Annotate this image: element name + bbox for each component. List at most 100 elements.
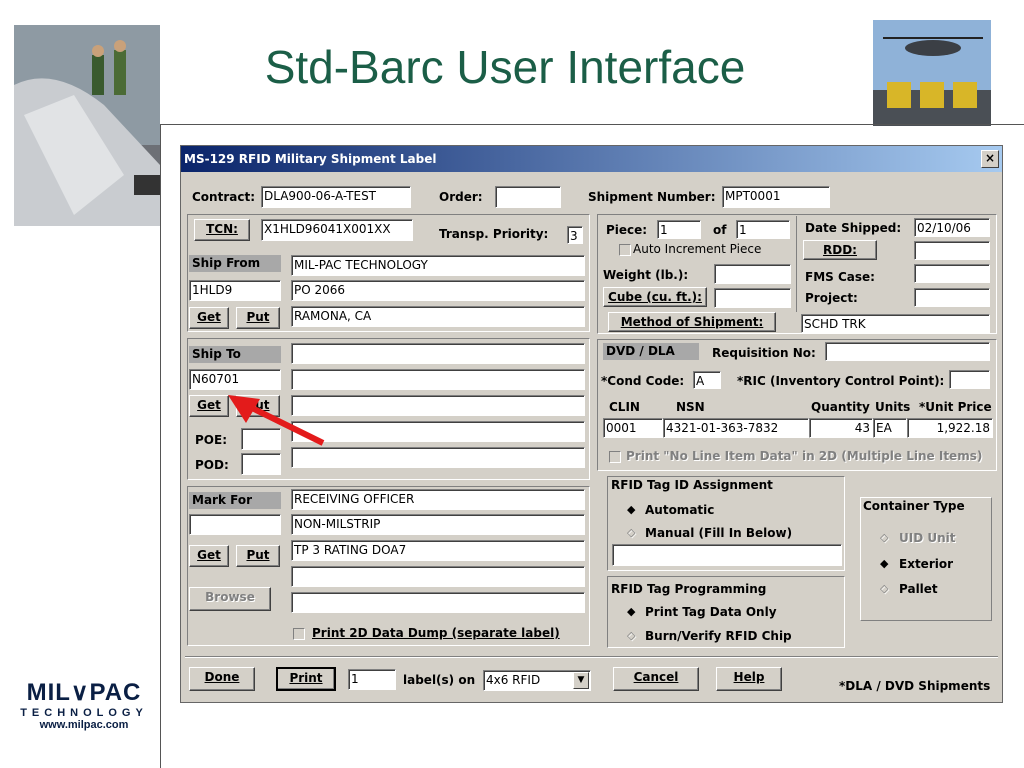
print-tag-data-label: Print Tag Data Only	[645, 605, 777, 619]
print-2d-dump-checkbox[interactable]	[293, 628, 305, 640]
clin-cell[interactable]: 0001	[603, 418, 663, 438]
nsn-cell[interactable]: 4321-01-363-7832	[663, 418, 809, 438]
container-type-header: Container Type	[863, 499, 965, 513]
auto-increment-label: Auto Increment Piece	[633, 242, 762, 256]
piece-input[interactable]: 1	[657, 220, 701, 239]
weight-input[interactable]	[714, 264, 791, 284]
ric-label: *RIC (Inventory Control Point):	[737, 374, 945, 388]
rdd-button[interactable]: RDD:	[803, 240, 877, 260]
mark-for-line1[interactable]: RECEIVING OFFICER	[291, 489, 585, 510]
cond-code-label: *Cond Code:	[601, 374, 685, 388]
uid-unit-label: UID Unit	[899, 531, 956, 545]
tcn-input[interactable]: X1HLD96041X001XX	[261, 219, 413, 241]
print-button[interactable]: Print	[276, 667, 336, 691]
pod-label: POD:	[195, 458, 229, 472]
of-label: of	[713, 223, 727, 237]
logo-brand: MIL∨PAC	[26, 679, 142, 706]
cube-input[interactable]	[714, 288, 791, 308]
mark-for-line5[interactable]	[291, 592, 585, 613]
dvd-dla-header: DVD / DLA	[603, 343, 699, 360]
clin-header: CLIN	[609, 400, 640, 414]
method-of-shipment-button[interactable]: Method of Shipment:	[608, 312, 776, 332]
cancel-button[interactable]: Cancel	[613, 667, 699, 691]
cube-button[interactable]: Cube (cu. ft.):	[603, 287, 707, 307]
transp-priority-input[interactable]: 3	[567, 226, 583, 244]
pod-input[interactable]	[241, 453, 281, 475]
requisition-label: Requisition No:	[712, 346, 816, 360]
rdd-input[interactable]	[914, 241, 990, 260]
ship-from-get-button[interactable]: Get	[189, 307, 229, 329]
ship-from-code[interactable]: 1HLD9	[189, 280, 281, 301]
mark-for-code[interactable]	[189, 514, 281, 535]
mark-for-line4[interactable]	[291, 566, 585, 587]
print-no-line-item-label: Print "No Line Item Data" in 2D (Multipl…	[626, 449, 983, 463]
slide-title: Std-Barc User Interface	[264, 41, 746, 93]
cond-code-input[interactable]: A	[693, 371, 721, 389]
ship-from-line3[interactable]: RAMONA, CA	[291, 306, 585, 327]
radio-unselected-icon[interactable]: ◇	[880, 582, 888, 595]
fms-case-label: FMS Case:	[805, 270, 875, 284]
dialog-title: MS-129 RFID Military Shipment Label	[184, 152, 437, 166]
close-icon[interactable]: ×	[981, 150, 999, 168]
mark-for-get-button[interactable]: Get	[189, 545, 229, 567]
rfid-manual-input[interactable]	[612, 544, 842, 566]
quantity-cell[interactable]: 43	[809, 418, 873, 438]
logo-tagline: TECHNOLOGY	[20, 707, 148, 719]
unit-price-header: *Unit Price	[919, 400, 992, 414]
radio-selected-icon[interactable]: ◆	[880, 557, 888, 570]
radio-selected-icon[interactable]: ◆	[627, 503, 635, 516]
ship-from-put-button[interactable]: Put	[236, 307, 280, 329]
shipment-number-input[interactable]: MPT0001	[722, 186, 830, 208]
rfid-manual-label: Manual (Fill In Below)	[645, 526, 793, 540]
piece-label: Piece:	[606, 223, 648, 237]
done-button[interactable]: Done	[189, 667, 255, 691]
print-no-line-item-checkbox[interactable]	[609, 451, 621, 463]
mark-for-header: Mark For	[189, 492, 281, 509]
tcn-button[interactable]: TCN:	[194, 219, 250, 241]
ship-from-line2[interactable]: PO 2066	[291, 280, 585, 301]
unit-price-cell[interactable]: 1,922.18	[907, 418, 993, 438]
order-input[interactable]	[495, 186, 561, 208]
dialog-titlebar: MS-129 RFID Military Shipment Label ×	[181, 146, 1002, 172]
fms-case-input[interactable]	[914, 264, 990, 283]
radio-selected-icon[interactable]: ◆	[627, 605, 635, 618]
mark-for-put-button[interactable]: Put	[236, 545, 280, 567]
label-count-input[interactable]: 1	[348, 669, 396, 690]
weight-label: Weight (lb.):	[603, 268, 689, 282]
help-button[interactable]: Help	[716, 667, 782, 691]
title-divider	[160, 124, 1024, 125]
helicopter-forklift-photo	[873, 20, 991, 126]
transp-priority-label: Transp. Priority:	[439, 227, 549, 241]
ship-from-line1[interactable]: MIL-PAC TECHNOLOGY	[291, 255, 585, 276]
label-format-select[interactable]: 4x6 RFID ▼	[483, 670, 591, 691]
contract-label: Contract:	[192, 190, 255, 204]
pallet-label: Pallet	[899, 582, 938, 596]
units-cell[interactable]: EA	[873, 418, 907, 438]
print-2d-dump-label: Print 2D Data Dump (separate label)	[312, 626, 560, 640]
ric-input[interactable]	[949, 370, 990, 389]
chevron-down-icon[interactable]: ▼	[573, 672, 589, 689]
ship-from-header: Ship From	[189, 255, 281, 272]
date-shipped-input[interactable]: 02/10/06	[914, 218, 990, 237]
requisition-input[interactable]	[825, 342, 990, 361]
mark-for-line3[interactable]: TP 3 RATING DOA7	[291, 540, 585, 561]
radio-unselected-icon[interactable]: ◇	[880, 531, 888, 544]
method-of-shipment-input[interactable]: SCHD TRK	[801, 314, 990, 333]
project-input[interactable]	[914, 288, 990, 307]
rfid-assignment-header: RFID Tag ID Assignment	[611, 478, 773, 492]
mark-for-line2[interactable]: NON-MILSTRIP	[291, 514, 585, 535]
details-divider	[796, 216, 797, 312]
radio-unselected-icon[interactable]: ◇	[627, 526, 635, 539]
browse-button[interactable]: Browse	[189, 587, 271, 611]
shipment-number-label: Shipment Number:	[588, 190, 716, 204]
auto-increment-checkbox[interactable]	[619, 244, 631, 256]
ship-to-line1[interactable]	[291, 343, 585, 364]
label-format-value: 4x6 RFID	[486, 673, 541, 687]
contract-input[interactable]: DLA900-06-A-TEST	[261, 186, 411, 208]
annotation-arrow-icon	[228, 395, 325, 446]
exterior-label: Exterior	[899, 557, 954, 571]
quantity-header: Quantity	[811, 400, 870, 414]
nsn-header: NSN	[676, 400, 705, 414]
piece-total-input[interactable]: 1	[736, 220, 790, 239]
radio-unselected-icon[interactable]: ◇	[627, 629, 635, 642]
